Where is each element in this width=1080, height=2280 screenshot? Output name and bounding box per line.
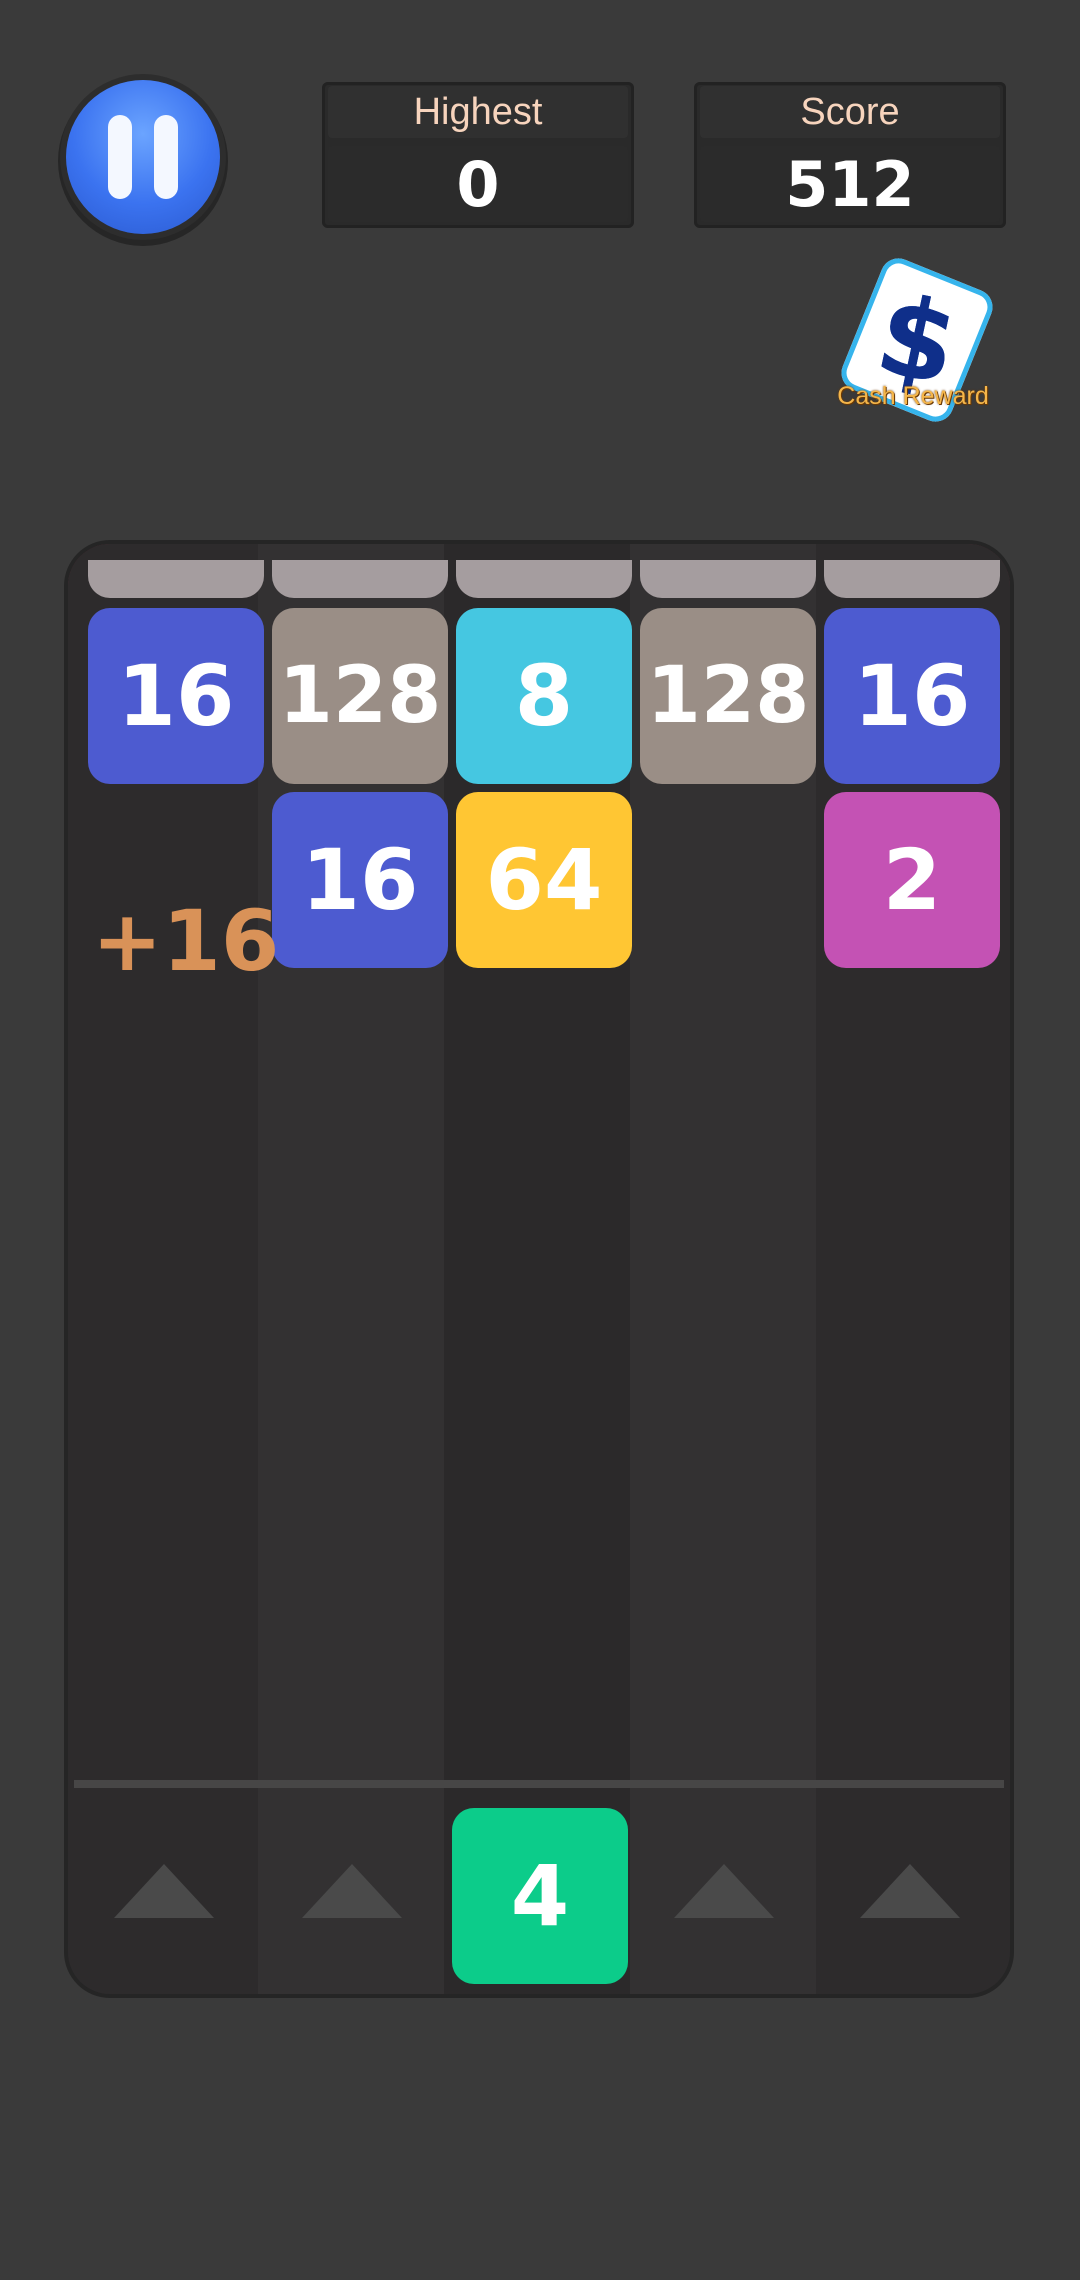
cash-reward-button[interactable]: $ Cash Reward xyxy=(828,252,998,432)
column-cap xyxy=(456,560,632,598)
pause-icon xyxy=(108,115,132,199)
up-arrow-icon[interactable] xyxy=(114,1864,214,1918)
game-board: 16 128 8 128 16 16 64 2 +16 4 xyxy=(68,544,1010,1994)
column-cap xyxy=(640,560,816,598)
tile-64: 64 xyxy=(456,792,632,968)
tile-8: 8 xyxy=(456,608,632,784)
tile-16: 16 xyxy=(824,608,1000,784)
score-value: 512 xyxy=(700,146,1000,222)
column-cap xyxy=(88,560,264,598)
up-arrow-icon[interactable] xyxy=(674,1864,774,1918)
board-divider xyxy=(74,1780,1004,1788)
next-tile-4[interactable]: 4 xyxy=(452,1808,628,1984)
points-popup: +16 xyxy=(92,892,280,990)
tile-128: 128 xyxy=(640,608,816,784)
tile-2: 2 xyxy=(824,792,1000,968)
up-arrow-icon[interactable] xyxy=(860,1864,960,1918)
highest-score-panel: Highest 0 xyxy=(322,82,634,228)
highest-label: Highest xyxy=(328,86,628,138)
tile-16: 16 xyxy=(88,608,264,784)
up-arrow-icon[interactable] xyxy=(302,1864,402,1918)
pause-icon xyxy=(154,115,178,199)
score-label: Score xyxy=(700,86,1000,138)
tile-16: 16 xyxy=(272,792,448,968)
column-cap xyxy=(272,560,448,598)
pause-button[interactable] xyxy=(66,80,220,234)
column-cap xyxy=(824,560,1000,598)
score-panel: Score 512 xyxy=(694,82,1006,228)
highest-value: 0 xyxy=(328,146,628,222)
tile-128: 128 xyxy=(272,608,448,784)
cash-reward-label: Cash Reward xyxy=(837,382,989,410)
